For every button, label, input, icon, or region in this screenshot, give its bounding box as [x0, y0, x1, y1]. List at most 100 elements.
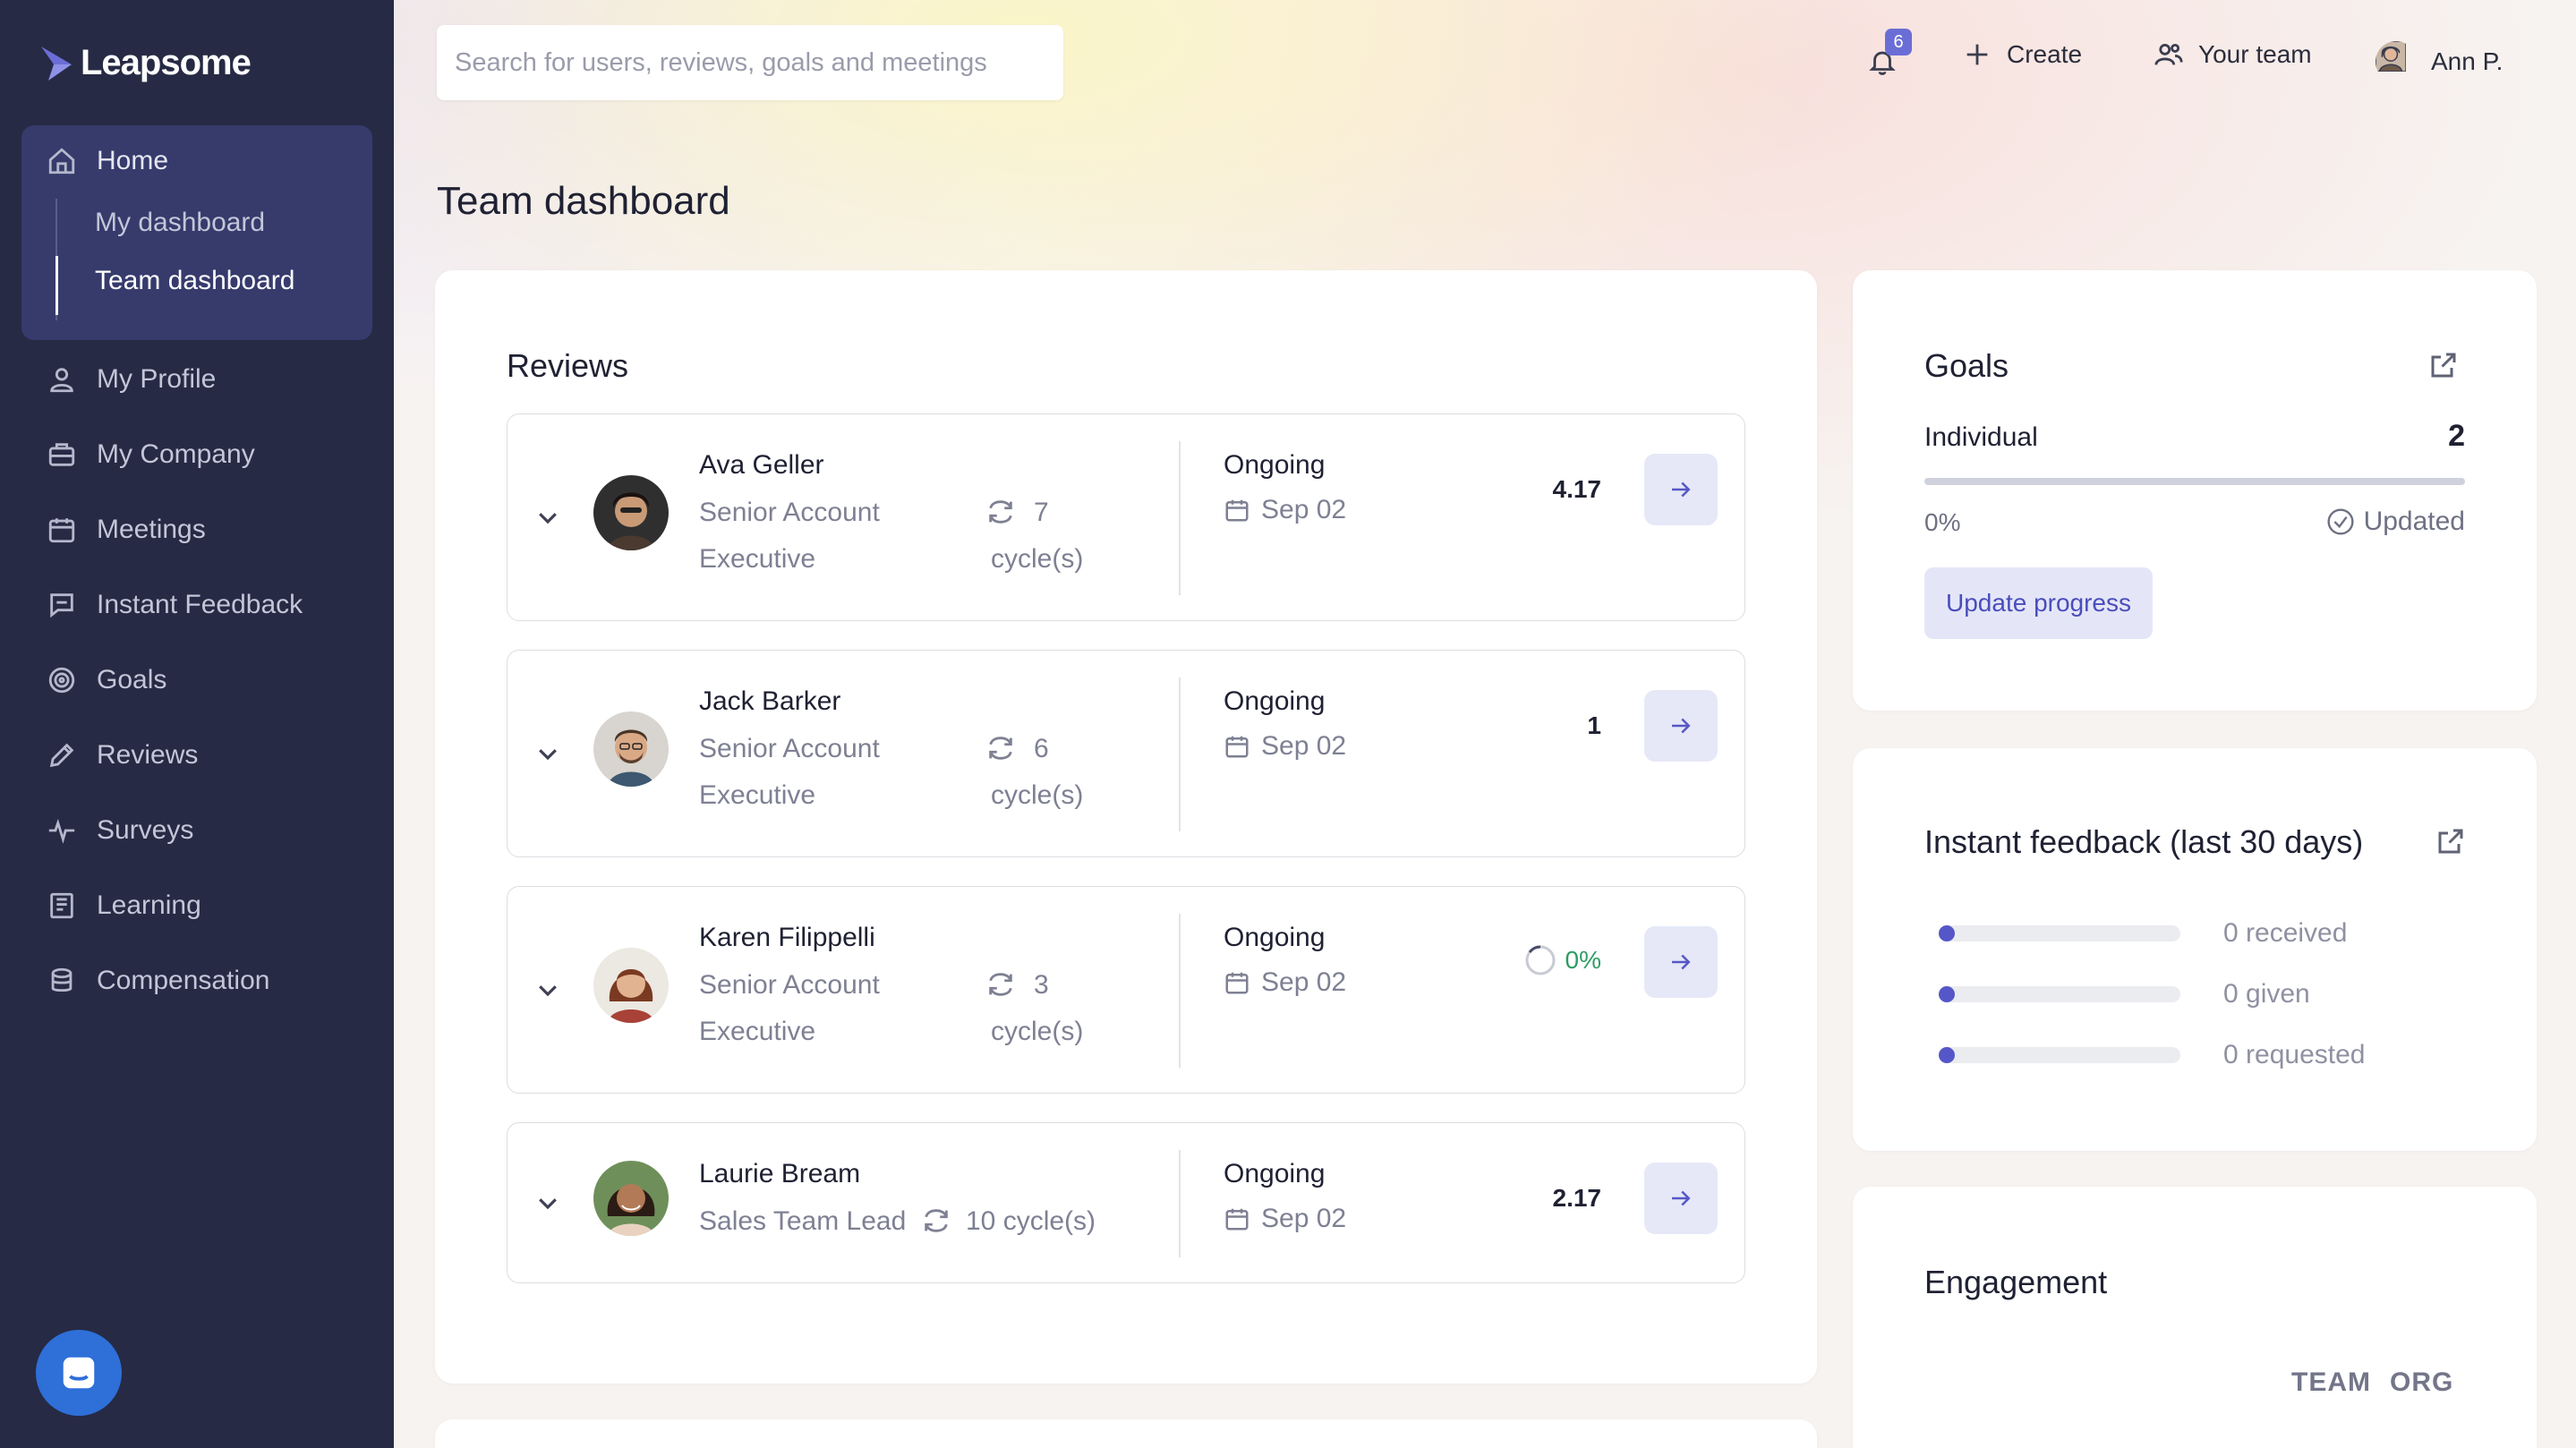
user-icon	[50, 368, 73, 393]
reviewee-name[interactable]: Ava Geller	[699, 450, 824, 481]
update-progress-button[interactable]: Update progress	[1924, 567, 2154, 639]
submenu-active-indicator	[55, 256, 58, 315]
review-row: Jack Barker Senior Account Executive 6 c…	[507, 650, 1745, 857]
cycle-count: 3	[1034, 970, 1049, 1000]
sidebar-item-meetings[interactable]: Meetings	[47, 508, 206, 551]
review-progress-value: 0%	[1565, 946, 1601, 974]
avatar	[593, 475, 669, 550]
sidebar-item-home[interactable]: Home	[47, 140, 168, 183]
review-date: Sep 02	[1261, 967, 1347, 997]
reviewee-title: Senior Account	[699, 498, 880, 527]
sidebar-item-team-dashboard[interactable]: Team dashboard	[95, 266, 294, 296]
sidebar-item-label: Learning	[97, 890, 201, 920]
sidebar-item-goals[interactable]: Goals	[47, 659, 166, 702]
sidebar-item-my-company[interactable]: My Company	[47, 433, 255, 476]
tab-team[interactable]: TEAM	[2291, 1367, 2371, 1398]
external-link-icon	[2431, 353, 2456, 378]
cycle-icon	[985, 969, 1016, 1000]
goals-individual-label: Individual	[1924, 422, 2038, 452]
reviews-card: Reviews Ava Geller Senior Account Execut…	[435, 270, 1817, 1384]
reviewee-name[interactable]: Jack Barker	[699, 686, 840, 717]
user-avatar	[2376, 41, 2417, 82]
sidebar-item-label: My Profile	[97, 364, 217, 394]
instant-feedback-card: Instant feedback (last 30 days) 0 receiv…	[1853, 748, 2537, 1151]
open-instant-feedback-button[interactable]	[2435, 825, 2467, 857]
feedback-bar-fill	[1939, 925, 1955, 941]
sidebar-item-reviews[interactable]: Reviews	[47, 734, 198, 777]
arrow-right-icon	[1672, 718, 1691, 734]
chevron-down-icon	[539, 1198, 557, 1210]
reviews-title: Reviews	[507, 347, 629, 384]
global-search[interactable]	[437, 25, 1063, 100]
plus-icon	[1966, 44, 1988, 65]
goal-progress-bar	[1924, 478, 2465, 485]
sidebar-item-learning[interactable]: Learning	[47, 884, 201, 927]
cycle-label: cycle(s)	[991, 780, 1084, 810]
reviewee-name[interactable]: Karen Filippelli	[699, 923, 875, 953]
open-goals-button[interactable]	[2427, 349, 2460, 381]
chevron-down-icon	[539, 985, 557, 997]
engagement-title: Engagement	[1924, 1264, 2108, 1300]
feedback-requested-row: 0 requested	[1939, 1040, 2365, 1070]
goal-progress-value: 0%	[1924, 508, 1961, 536]
open-review-button[interactable]	[1644, 454, 1718, 525]
row-divider	[1179, 914, 1181, 1068]
feedback-bar	[1939, 1047, 2180, 1063]
sidebar-item-label: Compensation	[97, 966, 270, 995]
search-input[interactable]	[437, 25, 1063, 100]
goals-individual-count: 2	[2448, 419, 2465, 453]
review-progress: 0%	[1524, 944, 1601, 976]
expand-row-button[interactable]	[534, 976, 561, 1003]
sidebar-item-label: Instant Feedback	[97, 590, 303, 619]
sidebar-item-instant-feedback[interactable]: Instant Feedback	[47, 583, 303, 626]
app-logo[interactable]: Leapsome	[39, 43, 252, 83]
reviewee-title-line2: Executive	[699, 544, 816, 574]
cycle-icon	[921, 1205, 951, 1236]
review-status: Ongoing	[1224, 686, 1326, 716]
chat-icon	[50, 593, 73, 618]
sidebar-item-compensation[interactable]: Compensation	[47, 959, 269, 1002]
expand-row-button[interactable]	[534, 740, 561, 767]
expand-row-button[interactable]	[534, 504, 561, 531]
review-score: 2.17	[1552, 1184, 1602, 1212]
create-button[interactable]: Create	[1962, 39, 2082, 70]
reviewee-title-line2: Executive	[699, 780, 816, 810]
sidebar-item-my-dashboard[interactable]: My dashboard	[95, 208, 265, 238]
cycle-count: 6	[1034, 734, 1049, 763]
briefcase-icon	[48, 443, 75, 466]
sidebar-item-label: Meetings	[97, 515, 206, 544]
open-review-button[interactable]	[1644, 1163, 1718, 1234]
review-score: 4.17	[1552, 475, 1602, 503]
chevron-down-icon	[539, 749, 557, 761]
support-chat-button[interactable]	[36, 1330, 122, 1416]
review-score: 1	[1587, 711, 1601, 739]
your-team-label: Your team	[2198, 40, 2312, 68]
engagement-card: Engagement	[1853, 1187, 2537, 1448]
sidebar-item-my-profile[interactable]: My Profile	[47, 358, 216, 401]
review-status: Ongoing	[1224, 450, 1326, 480]
feedback-bar-fill	[1939, 986, 1955, 1002]
sidebar-item-surveys[interactable]: Surveys	[47, 809, 193, 852]
notification-count-badge: 6	[1885, 29, 1912, 55]
instant-feedback-title: Instant feedback (last 30 days)	[1924, 823, 2364, 860]
app-name: Leapsome	[81, 43, 252, 82]
feedback-given-row: 0 given	[1939, 979, 2310, 1009]
open-review-button[interactable]	[1644, 690, 1718, 762]
cycle-label: cycle(s)	[991, 1017, 1084, 1046]
chevron-down-icon	[539, 513, 557, 524]
expand-row-button[interactable]	[534, 1189, 561, 1216]
feedback-requested-label: 0 requested	[2223, 1040, 2366, 1069]
tab-org[interactable]: ORG	[2390, 1367, 2453, 1398]
review-date: Sep 02	[1261, 731, 1347, 761]
your-team-button[interactable]: Your team	[2154, 39, 2312, 70]
reviewee-name[interactable]: Laurie Bream	[699, 1159, 860, 1189]
target-icon	[48, 667, 75, 694]
review-date: Sep 02	[1261, 1204, 1347, 1233]
cycle-count: 10 cycle(s)	[966, 1206, 1096, 1236]
cycle-count: 7	[1034, 498, 1049, 527]
create-label: Create	[2007, 40, 2083, 68]
open-review-button[interactable]	[1644, 926, 1718, 998]
user-menu[interactable]: Ann P.	[2376, 41, 2503, 82]
calendar-icon	[1224, 1205, 1250, 1232]
review-row: Karen Filippelli Senior Account Executiv…	[507, 886, 1745, 1094]
